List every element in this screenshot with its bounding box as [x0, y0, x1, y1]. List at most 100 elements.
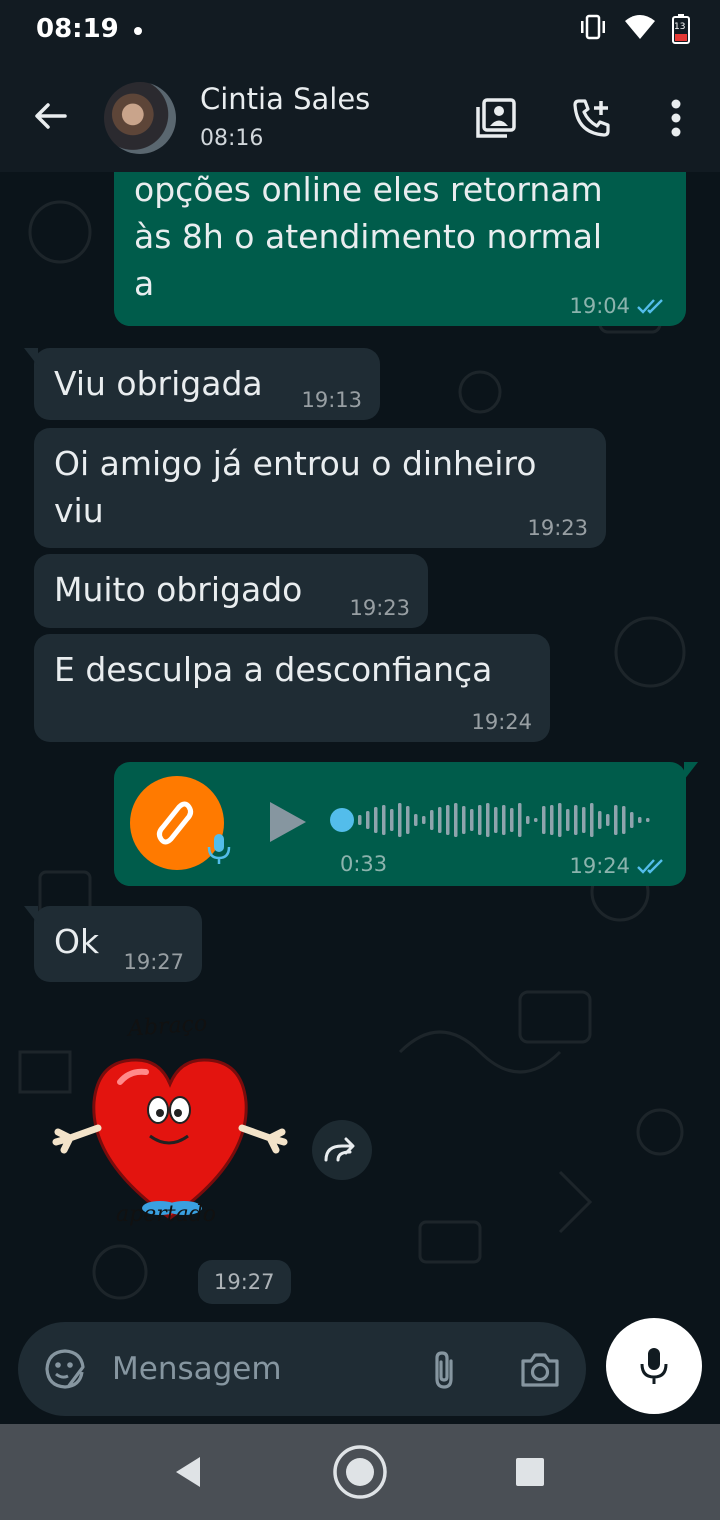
message-time: 19:04 [569, 294, 630, 318]
waveform-bar [566, 809, 570, 831]
waveform-bar [446, 805, 450, 835]
waveform-bar [518, 803, 522, 837]
message-text: opções online eles retornam às 8h o aten… [134, 172, 603, 303]
avatar[interactable] [104, 82, 176, 154]
message-time: 19:24 [569, 854, 630, 878]
waveform-bar [574, 805, 578, 835]
status-icons: 13 [578, 14, 690, 44]
voice-duration: 0:33 [340, 852, 388, 876]
waveform-bar [510, 808, 514, 832]
waveform-bar [422, 816, 426, 824]
waveform-bar [638, 817, 642, 823]
app-logo-icon [156, 801, 194, 845]
playback-slider-thumb[interactable] [330, 808, 354, 832]
waveform-bar [550, 805, 554, 835]
message-time: 19:13 [301, 388, 362, 412]
message-text: E desculpa a desconfiança [54, 650, 493, 689]
message-meta: 19:04 [569, 294, 668, 318]
waveform-bar [534, 818, 538, 822]
message-time: 19:27 [123, 950, 184, 974]
sticker-time: 19:27 [198, 1260, 291, 1304]
waveform-bar [462, 806, 466, 834]
back-arrow-icon [35, 103, 67, 129]
waveform-bar [622, 806, 626, 834]
waveform-bar [494, 807, 498, 833]
waveform-bar [430, 810, 434, 830]
forward-button[interactable] [312, 1120, 372, 1180]
sticker-message[interactable]: Abraço apertado [50, 1011, 290, 1252]
waveform-bar [366, 811, 370, 829]
message-time: 19:23 [349, 596, 410, 620]
waveform-bar [358, 815, 362, 825]
waveform-bar [438, 807, 442, 833]
contact-card-button[interactable] [470, 92, 522, 144]
message-time: 19:24 [471, 710, 532, 734]
voice-record-button[interactable] [606, 1318, 702, 1414]
nav-home-button[interactable] [330, 1442, 390, 1502]
message-incoming[interactable]: Ok 19:27 [24, 906, 202, 982]
battery-icon: 13 [672, 14, 690, 44]
add-call-button[interactable] [566, 92, 618, 144]
attach-button[interactable] [418, 1344, 470, 1396]
vibrate-icon [578, 14, 608, 44]
nav-back-button[interactable] [158, 1442, 218, 1502]
status-bar: 08:19 13 [0, 0, 720, 64]
waveform-bar [526, 816, 530, 824]
chat-area[interactable]: opções online eles retornam às 8h o aten… [0, 172, 720, 1320]
waveform-bar [390, 809, 394, 831]
camera-icon [521, 1353, 559, 1387]
nav-recents-icon [516, 1458, 544, 1486]
waveform-bar [406, 806, 410, 834]
play-button[interactable] [266, 798, 310, 850]
emoji-sticker-button[interactable] [40, 1344, 90, 1394]
waveform-bar [582, 807, 586, 833]
contact-card-icon [476, 98, 516, 138]
attach-icon [435, 1351, 453, 1389]
waveform-bar [374, 807, 378, 833]
read-ticks-icon [637, 859, 663, 874]
waveform-bar [470, 809, 474, 831]
more-options-button[interactable] [650, 92, 702, 144]
message-outgoing[interactable]: opções online eles retornam às 8h o aten… [114, 172, 686, 326]
last-seen: 08:16 [200, 126, 264, 151]
waveform-bar [486, 803, 490, 837]
message-meta: 19:24 [569, 854, 668, 878]
waveform-bar [590, 803, 594, 837]
waveform-bar [630, 812, 634, 828]
message-text: Oi amigo já entrou o dinheiro viu [54, 444, 537, 530]
more-vert-icon [671, 99, 681, 137]
message-incoming[interactable]: Oi amigo já entrou o dinheiro viu 19:23 [34, 428, 606, 548]
voice-waveform[interactable] [354, 798, 654, 842]
waveform-bar [606, 814, 610, 826]
add-call-icon [573, 99, 610, 137]
waveform-bar [398, 803, 402, 837]
message-incoming[interactable]: E desculpa a desconfiança 19:24 [34, 634, 550, 742]
contact-name[interactable]: Cintia Sales [200, 82, 370, 116]
waveform-bar [558, 803, 562, 837]
play-icon [270, 802, 306, 842]
nav-recents-button[interactable] [500, 1442, 560, 1502]
waveform-bar [646, 818, 650, 822]
message-incoming[interactable]: Viu obrigada 19:13 [24, 348, 380, 420]
back-button[interactable] [24, 90, 76, 142]
status-time: 08:19 [36, 14, 119, 44]
mic-icon [640, 1348, 668, 1384]
message-input[interactable] [112, 1344, 402, 1394]
nav-home-icon [333, 1445, 387, 1499]
waveform-bar [478, 805, 482, 835]
waveform-bar [598, 811, 602, 829]
waveform-bar [502, 805, 506, 835]
emoji-sticker-icon [45, 1349, 85, 1389]
forward-icon [324, 1137, 355, 1162]
camera-button[interactable] [514, 1344, 566, 1396]
wifi-icon [624, 14, 656, 44]
message-time: 19:23 [527, 516, 588, 540]
waveform-bar [454, 803, 458, 837]
battery-level-text: 13 [674, 22, 686, 32]
nav-back-icon [176, 1457, 200, 1487]
waveform-bar [542, 806, 546, 834]
chat-header: Cintia Sales 08:16 [0, 64, 720, 172]
voice-message[interactable]: 0:33 19:24 [114, 762, 698, 886]
message-incoming[interactable]: Muito obrigado 19:23 [34, 554, 428, 628]
waveform-bar [614, 805, 618, 835]
